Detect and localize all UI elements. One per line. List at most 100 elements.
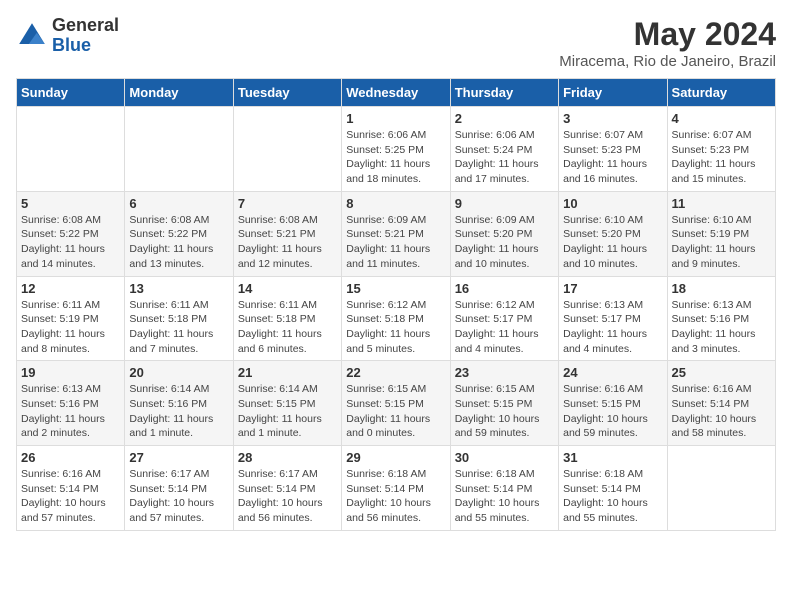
calendar-cell: 22 Sunrise: 6:15 AM Sunset: 5:15 PM Dayli… [342,361,450,446]
calendar-cell: 5Sunrise: 6:08 AM Sunset: 5:22 PM Daylig… [17,191,125,276]
day-number: 7 [238,196,337,211]
calendar-cell: 28 Sunrise: 6:17 AM Sunset: 5:14 PM Dayli… [233,446,341,531]
week-row-4: 19 Sunrise: 6:13 AM Sunset: 5:16 PM Dayli… [17,361,776,446]
day-info: Sunrise: 6:14 AM Sunset: 5:15 PM Dayligh… [238,382,337,441]
day-info: Sunrise: 6:18 AM Sunset: 5:14 PM Dayligh… [346,467,445,526]
header-thursday: Thursday [450,79,558,107]
day-info: Sunrise: 6:08 AM Sunset: 5:21 PM Dayligh… [238,213,337,272]
calendar-header: SundayMondayTuesdayWednesdayThursdayFrid… [17,79,776,107]
day-number: 6 [129,196,228,211]
day-number: 31 [563,450,662,465]
logo-general: General [52,16,119,36]
day-number: 4 [672,111,771,126]
day-info: Sunrise: 6:17 AM Sunset: 5:14 PM Dayligh… [238,467,337,526]
week-row-1: 1Sunrise: 6:06 AM Sunset: 5:25 PM Daylig… [17,107,776,192]
calendar: SundayMondayTuesdayWednesdayThursdayFrid… [16,78,776,531]
day-info: Sunrise: 6:07 AM Sunset: 5:23 PM Dayligh… [672,128,771,187]
calendar-cell: 17Sunrise: 6:13 AM Sunset: 5:17 PM Dayli… [559,276,667,361]
day-number: 12 [21,281,120,296]
day-info: Sunrise: 6:16 AM Sunset: 5:14 PM Dayligh… [672,382,771,441]
day-number: 24 [563,365,662,380]
day-info: Sunrise: 6:09 AM Sunset: 5:20 PM Dayligh… [455,213,554,272]
title-block: May 2024 Miracema, Rio de Janeiro, Brazi… [559,16,776,70]
week-row-2: 5Sunrise: 6:08 AM Sunset: 5:22 PM Daylig… [17,191,776,276]
day-number: 8 [346,196,445,211]
calendar-cell: 15 Sunrise: 6:12 AM Sunset: 5:18 PM Dayli… [342,276,450,361]
day-info: Sunrise: 6:11 AM Sunset: 5:18 PM Dayligh… [129,298,228,357]
header-saturday: Saturday [667,79,775,107]
calendar-cell: 7 Sunrise: 6:08 AM Sunset: 5:21 PM Daylig… [233,191,341,276]
day-number: 10 [563,196,662,211]
day-info: Sunrise: 6:18 AM Sunset: 5:14 PM Dayligh… [455,467,554,526]
calendar-cell: 6 Sunrise: 6:08 AM Sunset: 5:22 PM Daylig… [125,191,233,276]
day-info: Sunrise: 6:09 AM Sunset: 5:21 PM Dayligh… [346,213,445,272]
day-info: Sunrise: 6:13 AM Sunset: 5:16 PM Dayligh… [672,298,771,357]
calendar-cell: 24 Sunrise: 6:16 AM Sunset: 5:15 PM Dayli… [559,361,667,446]
calendar-cell: 19 Sunrise: 6:13 AM Sunset: 5:16 PM Dayli… [17,361,125,446]
day-info: Sunrise: 6:07 AM Sunset: 5:23 PM Dayligh… [563,128,662,187]
day-number: 13 [129,281,228,296]
calendar-cell: 16Sunrise: 6:12 AM Sunset: 5:17 PM Dayli… [450,276,558,361]
calendar-cell: 3 Sunrise: 6:07 AM Sunset: 5:23 PM Daylig… [559,107,667,192]
day-number: 9 [455,196,554,211]
day-number: 21 [238,365,337,380]
calendar-cell: 23Sunrise: 6:15 AM Sunset: 5:15 PM Dayli… [450,361,558,446]
day-info: Sunrise: 6:17 AM Sunset: 5:14 PM Dayligh… [129,467,228,526]
calendar-cell: 31Sunrise: 6:18 AM Sunset: 5:14 PM Dayli… [559,446,667,531]
calendar-cell: 13 Sunrise: 6:11 AM Sunset: 5:18 PM Dayli… [125,276,233,361]
week-row-3: 12Sunrise: 6:11 AM Sunset: 5:19 PM Dayli… [17,276,776,361]
calendar-cell: 27 Sunrise: 6:17 AM Sunset: 5:14 PM Dayli… [125,446,233,531]
header-wednesday: Wednesday [342,79,450,107]
calendar-cell: 14 Sunrise: 6:11 AM Sunset: 5:18 PM Dayli… [233,276,341,361]
day-info: Sunrise: 6:10 AM Sunset: 5:20 PM Dayligh… [563,213,662,272]
day-info: Sunrise: 6:14 AM Sunset: 5:16 PM Dayligh… [129,382,228,441]
header-sunday: Sunday [17,79,125,107]
day-number: 20 [129,365,228,380]
day-number: 27 [129,450,228,465]
day-number: 11 [672,196,771,211]
day-number: 14 [238,281,337,296]
calendar-cell: 9 Sunrise: 6:09 AM Sunset: 5:20 PM Daylig… [450,191,558,276]
day-number: 19 [21,365,120,380]
day-info: Sunrise: 6:12 AM Sunset: 5:18 PM Dayligh… [346,298,445,357]
day-number: 22 [346,365,445,380]
day-number: 15 [346,281,445,296]
calendar-cell: 21 Sunrise: 6:14 AM Sunset: 5:15 PM Dayli… [233,361,341,446]
day-info: Sunrise: 6:08 AM Sunset: 5:22 PM Dayligh… [129,213,228,272]
day-number: 18 [672,281,771,296]
header-tuesday: Tuesday [233,79,341,107]
day-info: Sunrise: 6:13 AM Sunset: 5:16 PM Dayligh… [21,382,120,441]
day-info: Sunrise: 6:06 AM Sunset: 5:25 PM Dayligh… [346,128,445,187]
calendar-cell: 26 Sunrise: 6:16 AM Sunset: 5:14 PM Dayli… [17,446,125,531]
calendar-cell: 11Sunrise: 6:10 AM Sunset: 5:19 PM Dayli… [667,191,775,276]
day-info: Sunrise: 6:15 AM Sunset: 5:15 PM Dayligh… [455,382,554,441]
logo-icon [16,20,48,52]
day-number: 17 [563,281,662,296]
header-row: SundayMondayTuesdayWednesdayThursdayFrid… [17,79,776,107]
calendar-cell: 30Sunrise: 6:18 AM Sunset: 5:14 PM Dayli… [450,446,558,531]
calendar-cell: 10 Sunrise: 6:10 AM Sunset: 5:20 PM Dayli… [559,191,667,276]
location: Miracema, Rio de Janeiro, Brazil [559,53,776,70]
calendar-cell: 20 Sunrise: 6:14 AM Sunset: 5:16 PM Dayli… [125,361,233,446]
day-number: 3 [563,111,662,126]
day-info: Sunrise: 6:16 AM Sunset: 5:15 PM Dayligh… [563,382,662,441]
calendar-cell [667,446,775,531]
calendar-cell [233,107,341,192]
day-info: Sunrise: 6:08 AM Sunset: 5:22 PM Dayligh… [21,213,120,272]
day-number: 2 [455,111,554,126]
day-info: Sunrise: 6:16 AM Sunset: 5:14 PM Dayligh… [21,467,120,526]
day-number: 29 [346,450,445,465]
day-number: 28 [238,450,337,465]
calendar-cell: 18 Sunrise: 6:13 AM Sunset: 5:16 PM Dayli… [667,276,775,361]
day-info: Sunrise: 6:12 AM Sunset: 5:17 PM Dayligh… [455,298,554,357]
day-info: Sunrise: 6:15 AM Sunset: 5:15 PM Dayligh… [346,382,445,441]
day-number: 25 [672,365,771,380]
day-info: Sunrise: 6:11 AM Sunset: 5:18 PM Dayligh… [238,298,337,357]
calendar-cell: 29 Sunrise: 6:18 AM Sunset: 5:14 PM Dayli… [342,446,450,531]
week-row-5: 26 Sunrise: 6:16 AM Sunset: 5:14 PM Dayli… [17,446,776,531]
day-number: 26 [21,450,120,465]
logo-blue: Blue [52,36,119,56]
calendar-cell: 25 Sunrise: 6:16 AM Sunset: 5:14 PM Dayli… [667,361,775,446]
calendar-cell: 2Sunrise: 6:06 AM Sunset: 5:24 PM Daylig… [450,107,558,192]
logo-text: General Blue [52,16,119,56]
